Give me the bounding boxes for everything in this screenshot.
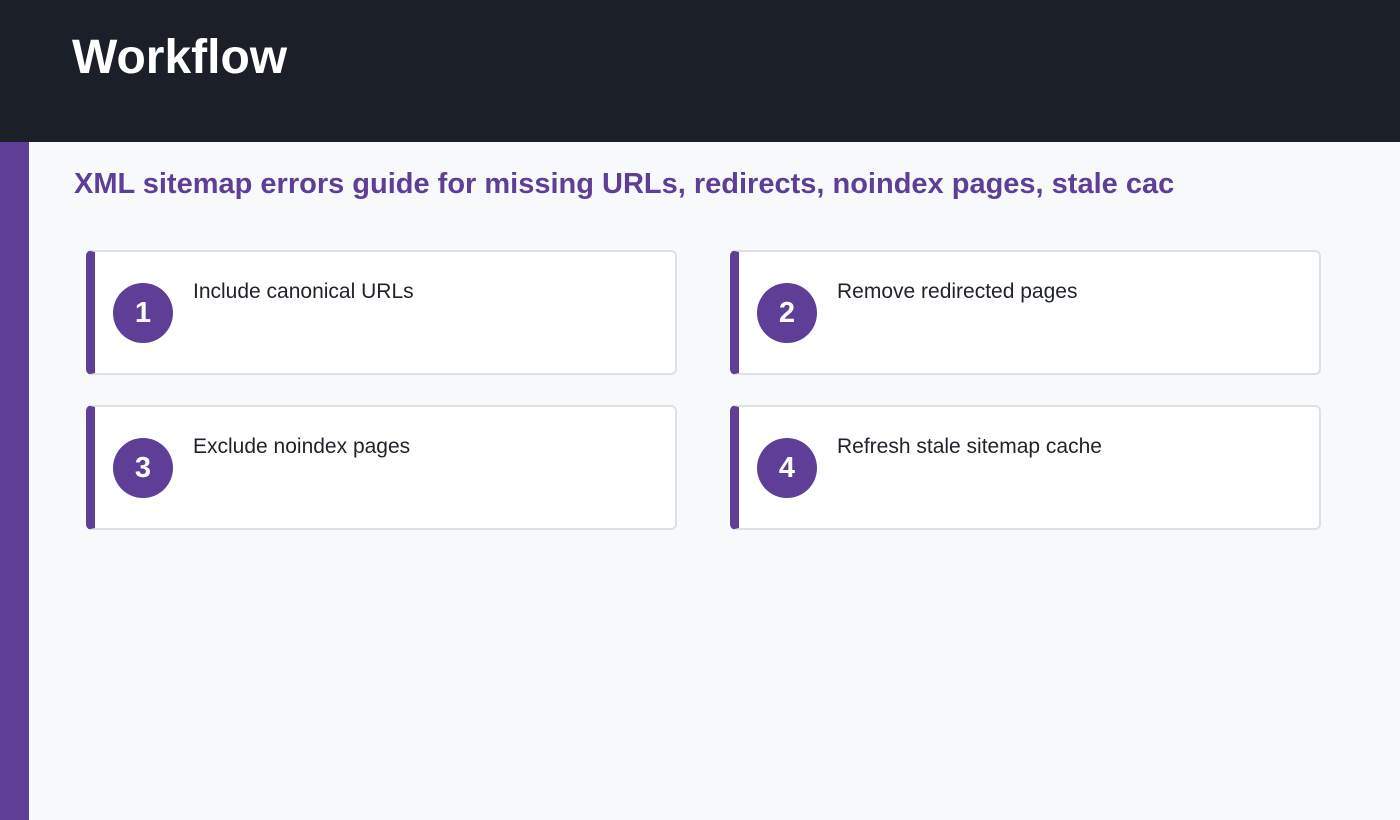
step-card-2: 2 Remove redirected pages xyxy=(730,250,1321,375)
step-label: Include canonical URLs xyxy=(193,280,414,303)
step-label: Remove redirected pages xyxy=(837,280,1078,303)
page-title: Workflow xyxy=(72,31,288,84)
page-subtitle: XML sitemap errors guide for missing URL… xyxy=(74,168,1175,200)
step-number-badge: 1 xyxy=(113,283,173,343)
step-number-badge: 3 xyxy=(113,438,173,498)
workflow-steps-grid: 1 Include canonical URLs 2 Remove redire… xyxy=(86,250,1321,530)
step-label: Refresh stale sitemap cache xyxy=(837,435,1102,458)
step-number-badge: 2 xyxy=(757,283,817,343)
page-header: Workflow xyxy=(0,0,1400,142)
step-label: Exclude noindex pages xyxy=(193,435,411,458)
step-card-1: 1 Include canonical URLs xyxy=(86,250,677,375)
left-accent-rail xyxy=(0,142,29,820)
step-card-3: 3 Exclude noindex pages xyxy=(86,405,677,530)
step-number-badge: 4 xyxy=(757,438,817,498)
step-card-4: 4 Refresh stale sitemap cache xyxy=(730,405,1321,530)
